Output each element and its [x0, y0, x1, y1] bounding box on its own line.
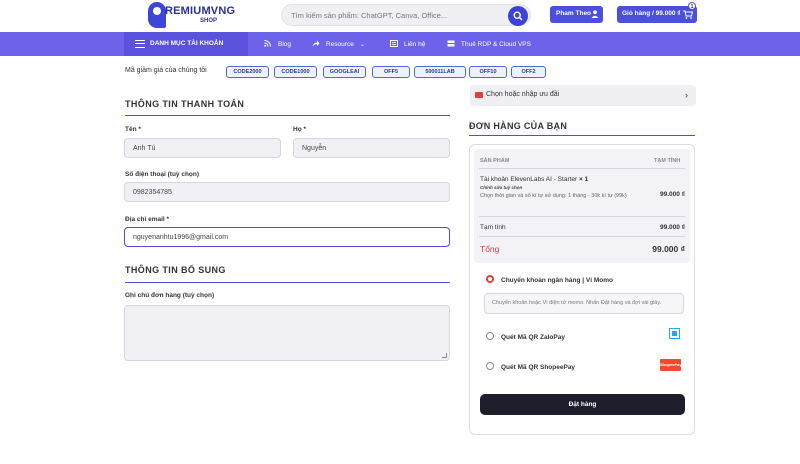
email-label: Địa chỉ email *	[125, 216, 170, 223]
radio-selected[interactable]	[486, 275, 494, 283]
payment-option-shopeepay[interactable]: Quét Mã QR ShopeePay	[486, 362, 575, 371]
search-button[interactable]	[508, 6, 528, 26]
payment-label: Quét Mã QR ShopeePay	[501, 364, 576, 371]
category-menu-button[interactable]: DANH MỤC TÀI KHOẢN	[124, 32, 248, 56]
last-name-field[interactable]: Nguyễn	[293, 138, 450, 158]
promo-selector[interactable]: Chọn hoặc nhập ưu đãi ›	[470, 85, 696, 106]
order-notes-textarea[interactable]	[124, 305, 450, 361]
additional-title: THÔNG TIN BỔ SUNG	[125, 265, 226, 275]
search-icon	[513, 11, 523, 21]
cart-button[interactable]: Giỏ hàng / 99.000 ₫ 1	[617, 2, 697, 23]
divider	[479, 168, 685, 169]
radio-unselected[interactable]	[486, 362, 494, 370]
nav-item-label: Liên hệ	[404, 41, 426, 48]
main-nav: DANH MỤC TÀI KHOẢN Blog Resource ⌄ Liên h…	[0, 32, 800, 56]
category-menu-label: DANH MỤC TÀI KHOẢN	[150, 40, 224, 47]
coupon-code[interactable]: 500011LAB	[414, 66, 466, 78]
nav-item-label: Resource	[326, 41, 354, 48]
contact-icon	[390, 40, 398, 47]
first-name-field[interactable]: Anh Tú	[124, 138, 281, 158]
product-qty: × 1	[579, 176, 589, 183]
last-name-label: Họ *	[293, 126, 306, 133]
chevron-down-icon: ⌄	[359, 42, 365, 48]
search-placeholder: Tìm kiếm sản phẩm: ChatGPT, Canva, Offic…	[291, 11, 448, 20]
coupon-code[interactable]: OFF10	[469, 66, 507, 78]
ticket-icon	[475, 92, 483, 98]
payment-option-bank[interactable]: Chuyển khoản ngân hàng | Ví Momo	[486, 275, 613, 284]
shopeepay-icon: ShopeePay	[660, 359, 682, 371]
zalopay-icon	[669, 328, 680, 339]
account-label: Pham Theo	[556, 10, 592, 17]
notes-label: Ghi chú đơn hàng (tuỳ chọn)	[125, 292, 215, 299]
rss-icon	[264, 40, 271, 47]
top-header: REMIUMVNG SHOP Tìm kiếm sản phẩm: ChatGP…	[0, 0, 800, 32]
payment-label: Chuyển khoản ngân hàng | Ví Momo	[501, 277, 613, 284]
menu-icon	[135, 40, 145, 48]
coupon-label: Mã giảm giá của chúng tôi	[125, 67, 207, 74]
nav-item-label: Blog	[278, 41, 292, 48]
first-name-label: Tên *	[125, 126, 141, 133]
chevron-right-icon: ›	[685, 90, 688, 100]
order-title: ĐƠN HÀNG CỦA BẠN	[469, 121, 568, 131]
payment-label: Quét Mã QR ZaloPay	[501, 334, 565, 341]
nav-item-rdp[interactable]: Thuê RDP & Cloud VPS	[447, 40, 531, 48]
section-divider	[125, 282, 450, 283]
search-input[interactable]: Tìm kiếm sản phẩm: ChatGPT, Canva, Offic…	[281, 4, 531, 26]
place-order-button[interactable]: Đặt hàng	[480, 394, 685, 415]
cart-count-badge: 1	[688, 2, 696, 10]
nav-item-blog[interactable]: Blog	[264, 40, 291, 48]
server-icon	[447, 40, 455, 47]
product-title: Tài khoản ElevenLabs AI - Starter	[480, 176, 578, 183]
account-button[interactable]: Pham Theo	[550, 6, 603, 23]
phone-label: Số điện thoại (tuỳ chọn)	[125, 171, 200, 178]
coupon-code[interactable]: OFF2	[511, 66, 546, 78]
total-value: 99.000 ₫	[652, 244, 685, 254]
product-price: 99.000 ₫	[659, 191, 685, 198]
divider	[479, 236, 685, 237]
site-logo[interactable]: REMIUMVNG SHOP	[148, 2, 235, 30]
section-divider	[125, 115, 450, 116]
nav-item-label: Thuê RDP & Cloud VPS	[461, 41, 531, 48]
nav-item-contact[interactable]: Liên hệ	[390, 40, 425, 48]
resize-handle-icon[interactable]	[442, 353, 447, 358]
payment-option-zalopay[interactable]: Quét Mã QR ZaloPay	[486, 332, 565, 341]
billing-title: THÔNG TIN THANH TOÁN	[125, 99, 245, 109]
logo-subtext: SHOP	[200, 18, 218, 24]
divider	[479, 216, 685, 217]
phone-field[interactable]: 0982354785	[124, 182, 450, 202]
product-name: Tài khoản ElevenLabs AI - Starter × 1	[480, 176, 588, 183]
product-option: Chọn thời gian và số kí tự sử dụng: 1 th…	[480, 193, 627, 199]
edit-options-link[interactable]: Chính sửa tuỳ chọn	[480, 185, 522, 190]
coupon-code[interactable]: CODE1000	[274, 66, 317, 78]
section-divider	[469, 135, 695, 136]
coupon-code[interactable]: OFF5	[372, 66, 410, 78]
col-product-header: SẢN PHẨM	[480, 158, 510, 164]
user-icon	[591, 10, 599, 18]
cart-icon	[683, 10, 693, 19]
coupon-code[interactable]: GOOGLEAI	[323, 66, 366, 78]
subtotal-value: 99.000 ₫	[659, 224, 685, 231]
col-subtotal-header: TẠM TÍNH	[654, 158, 681, 164]
subtotal-label: Tạm tính	[480, 224, 506, 231]
email-field[interactable]: nguyenanhtu1996@gmail.com	[124, 227, 450, 247]
payment-description: Chuyển khoản hoặc Ví điện tử momo. Nhấn …	[484, 293, 684, 314]
logo-text: REMIUMVNG	[165, 5, 236, 17]
promo-label: Chọn hoặc nhập ưu đãi	[486, 91, 560, 98]
nav-item-resource[interactable]: Resource ⌄	[312, 40, 365, 48]
total-label: Tổng	[480, 244, 500, 254]
radio-unselected[interactable]	[486, 332, 494, 340]
share-icon	[312, 40, 320, 47]
cart-label: Giỏ hàng / 99.000 ₫	[622, 10, 681, 17]
logo-mark-icon	[148, 2, 166, 28]
coupon-code[interactable]: CODE2000	[226, 66, 269, 78]
